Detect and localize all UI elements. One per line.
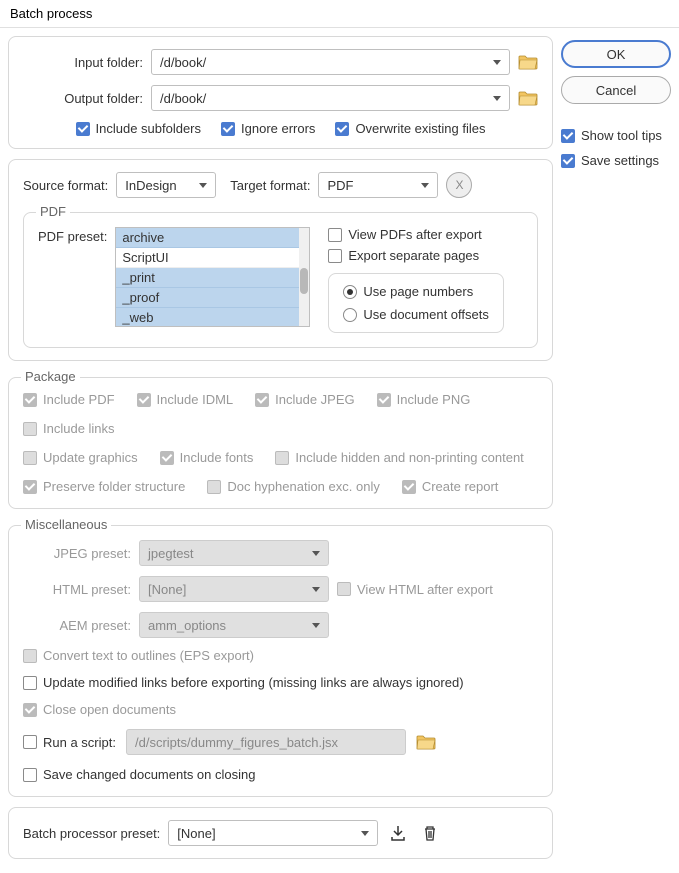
ok-button[interactable]: OK bbox=[561, 40, 671, 68]
include-links-check: Include links bbox=[23, 421, 115, 436]
html-preset-combo: [None] bbox=[139, 576, 329, 602]
delete-preset-icon[interactable] bbox=[418, 822, 442, 844]
page-mode-group: Use page numbers Use document offsets bbox=[328, 273, 504, 333]
source-format-combo[interactable]: InDesign bbox=[116, 172, 216, 198]
list-item[interactable]: _print bbox=[116, 268, 309, 288]
html-preset-label: HTML preset: bbox=[23, 582, 131, 597]
jpeg-preset-combo: jpegtest bbox=[139, 540, 329, 566]
aem-preset-combo: amm_options bbox=[139, 612, 329, 638]
include-hidden-check: Include hidden and non-printing content bbox=[275, 450, 523, 465]
browse-script-icon[interactable] bbox=[416, 734, 436, 750]
show-tooltips-check[interactable]: Show tool tips bbox=[561, 128, 671, 143]
format-panel: Source format: InDesign Target format: P… bbox=[8, 159, 553, 361]
export-separate-check[interactable]: Export separate pages bbox=[328, 248, 504, 263]
source-format-label: Source format: bbox=[23, 178, 108, 193]
use-page-numbers-radio[interactable]: Use page numbers bbox=[343, 284, 489, 299]
pdf-preset-list[interactable]: archive ScriptUI _print _proof _web bbox=[115, 227, 310, 327]
include-subfolders-check[interactable]: Include subfolders bbox=[76, 121, 202, 136]
include-pdf-check: Include PDF bbox=[23, 392, 115, 407]
save-preset-icon[interactable] bbox=[386, 822, 410, 844]
target-format-label: Target format: bbox=[230, 178, 310, 193]
pdf-legend: PDF bbox=[36, 204, 70, 219]
view-pdfs-check[interactable]: View PDFs after export bbox=[328, 227, 504, 242]
include-png-check: Include PNG bbox=[377, 392, 471, 407]
update-links-check[interactable]: Update modified links before exporting (… bbox=[23, 675, 538, 690]
window-title: Batch process bbox=[0, 0, 679, 28]
script-path-field: /d/scripts/dummy_figures_batch.jsx bbox=[126, 729, 406, 755]
save-settings-check[interactable]: Save settings bbox=[561, 153, 671, 168]
browse-input-icon[interactable] bbox=[518, 54, 538, 70]
include-fonts-check: Include fonts bbox=[160, 450, 254, 465]
pdf-preset-label: PDF preset: bbox=[38, 227, 107, 333]
aem-preset-label: AEM preset: bbox=[23, 618, 131, 633]
batch-preset-panel: Batch processor preset: [None] bbox=[8, 807, 553, 859]
save-changed-check[interactable]: Save changed documents on closing bbox=[23, 767, 538, 782]
batch-preset-label: Batch processor preset: bbox=[23, 826, 160, 841]
eps-outlines-check: Convert text to outlines (EPS export) bbox=[23, 648, 538, 663]
close-docs-check: Close open documents bbox=[23, 702, 538, 717]
update-graphics-check: Update graphics bbox=[23, 450, 138, 465]
output-folder-combo[interactable]: /d/book/ bbox=[151, 85, 510, 111]
list-item[interactable]: _web bbox=[116, 308, 309, 327]
list-item[interactable]: _proof bbox=[116, 288, 309, 308]
io-panel: Input folder: /d/book/ Output folder: /d… bbox=[8, 36, 553, 149]
pdf-fieldset: PDF PDF preset: archive ScriptUI _print … bbox=[23, 212, 538, 348]
include-jpeg-check: Include JPEG bbox=[255, 392, 355, 407]
run-script-check[interactable]: Run a script: bbox=[23, 735, 116, 750]
list-item[interactable]: archive bbox=[116, 228, 309, 248]
cancel-button[interactable]: Cancel bbox=[561, 76, 671, 104]
list-scrollbar[interactable] bbox=[299, 228, 309, 326]
output-folder-label: Output folder: bbox=[23, 91, 143, 106]
misc-fieldset: Miscellaneous JPEG preset: jpegtest HTML… bbox=[8, 525, 553, 797]
batch-preset-combo[interactable]: [None] bbox=[168, 820, 378, 846]
include-idml-check: Include IDML bbox=[137, 392, 234, 407]
create-report-check: Create report bbox=[402, 479, 499, 494]
list-item[interactable]: ScriptUI bbox=[116, 248, 309, 268]
doc-hyph-check: Doc hyphenation exc. only bbox=[207, 479, 379, 494]
jpeg-preset-label: JPEG preset: bbox=[23, 546, 131, 561]
browse-output-icon[interactable] bbox=[518, 90, 538, 106]
view-html-check: View HTML after export bbox=[337, 582, 493, 597]
target-format-combo[interactable]: PDF bbox=[318, 172, 438, 198]
overwrite-check[interactable]: Overwrite existing files bbox=[335, 121, 485, 136]
misc-legend: Miscellaneous bbox=[21, 517, 111, 532]
package-fieldset: Package Include PDF Include IDML Include… bbox=[8, 377, 553, 509]
use-offsets-radio[interactable]: Use document offsets bbox=[343, 307, 489, 322]
input-folder-combo[interactable]: /d/book/ bbox=[151, 49, 510, 75]
preserve-structure-check: Preserve folder structure bbox=[23, 479, 185, 494]
package-legend: Package bbox=[21, 369, 80, 384]
input-folder-label: Input folder: bbox=[23, 55, 143, 70]
ignore-errors-check[interactable]: Ignore errors bbox=[221, 121, 315, 136]
clear-format-button[interactable]: X bbox=[446, 172, 472, 198]
